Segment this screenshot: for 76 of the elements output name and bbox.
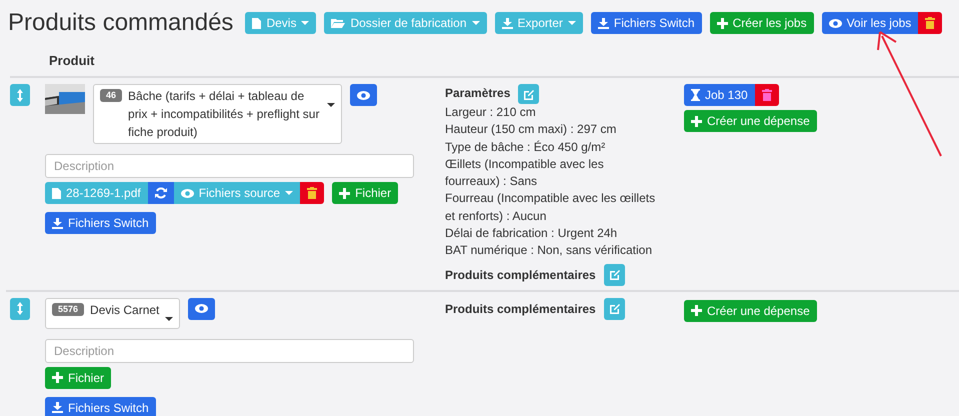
caret-icon — [165, 316, 174, 321]
parameter-text: Largeur : 210 cm — [445, 104, 537, 121]
complementary-heading: Produits complémentaires — [445, 268, 596, 282]
caret-icon — [568, 21, 576, 25]
parameter-text: BAT numérique : Non, sans vérification — [445, 242, 653, 260]
plus-icon — [716, 18, 728, 28]
caret-icon — [301, 21, 310, 25]
edit-button[interactable] — [604, 298, 625, 320]
download-icon — [598, 18, 609, 28]
file-icon — [52, 188, 61, 198]
caret-icon — [472, 21, 480, 25]
edit-button[interactable] — [518, 84, 540, 104]
edit-icon — [608, 269, 620, 280]
parameter-text: Œillets (Incompatible avec les fourreaux) : Sans — [445, 156, 605, 190]
product-select[interactable]: 5576 Devis Carnet — [45, 298, 180, 329]
caret-icon — [327, 103, 335, 107]
move-button[interactable] — [10, 84, 30, 106]
folder-icon — [331, 18, 346, 28]
parameter-text: Délai de fabrication : Urgent 24h — [445, 225, 618, 242]
product-code: 46 — [100, 89, 122, 102]
column-header: Produit — [49, 53, 94, 68]
toolbar-button[interactable]: Créer les jobs — [710, 12, 814, 34]
eye-icon — [357, 90, 370, 100]
file-icon — [252, 18, 262, 28]
eye-icon — [828, 18, 842, 28]
source-files-button[interactable]: Fichiers source — [174, 182, 300, 204]
toolbar-button[interactable]: Voir les jobs — [822, 12, 918, 34]
caret-icon — [285, 191, 294, 195]
add-file-button[interactable]: Fichier — [45, 366, 112, 389]
move-icon — [17, 88, 23, 102]
file-button[interactable]: 28-1269-1.pdf — [45, 182, 148, 204]
page-title: Produits commandés — [8, 10, 234, 36]
switch-files-button[interactable]: Fichiers Switch — [45, 212, 156, 234]
product-code: 5576 — [52, 302, 84, 316]
hourglass-icon — [691, 89, 700, 101]
download-icon — [502, 18, 513, 28]
parameter-text: Hauteur (150 cm maxi) : 297 cm — [445, 121, 618, 138]
refresh-icon — [154, 187, 167, 199]
plus-icon — [52, 372, 63, 384]
product-select[interactable]: 46 Bâche (tarifs + délai + tableau de prix + incompatibilités + preflight sur fiche produit) — [93, 84, 342, 144]
view-button[interactable] — [188, 298, 216, 320]
move-icon — [17, 302, 23, 316]
add-file-button[interactable]: Fichier — [332, 182, 398, 204]
plus-icon — [691, 305, 702, 316]
delete-button[interactable] — [754, 84, 779, 106]
edit-icon — [608, 303, 620, 314]
description-field[interactable]: Description — [45, 154, 414, 178]
trash-icon — [307, 187, 318, 199]
refresh-button[interactable] — [148, 182, 174, 204]
trash-icon — [762, 89, 772, 101]
description-field[interactable]: Description — [45, 338, 414, 363]
delete-button[interactable] — [918, 12, 942, 34]
edit-icon — [523, 88, 534, 100]
dropdown-button[interactable]: Devis — [245, 12, 316, 34]
download-icon — [52, 402, 63, 414]
download-icon — [52, 218, 63, 228]
dropdown-button[interactable]: Dossier de fabrication — [324, 12, 487, 34]
parameter-text: Type de bâche : Éco 450 g/m² — [445, 138, 606, 156]
dropdown-button[interactable]: Exporter — [494, 12, 583, 34]
eye-icon — [180, 188, 194, 198]
eye-icon — [195, 304, 208, 314]
trash-icon — [925, 17, 936, 29]
delete-button[interactable] — [300, 182, 324, 204]
create-expense-button[interactable]: Créer une dépense — [684, 300, 817, 322]
move-button[interactable] — [10, 298, 30, 320]
plus-icon — [691, 116, 702, 126]
plus-icon — [339, 188, 350, 198]
job-button[interactable]: Job 130 — [684, 84, 755, 106]
switch-files-button[interactable]: Fichiers Switch — [45, 396, 156, 416]
edit-button[interactable] — [604, 264, 625, 286]
view-button[interactable] — [350, 84, 377, 106]
create-expense-button[interactable]: Créer une dépense — [684, 110, 817, 132]
parameters-heading: Paramètres — [445, 86, 510, 100]
parameter-text: Fourreau (Incompatible avec les œillets et renforts) : Aucun — [445, 190, 656, 225]
toolbar-button[interactable]: Fichiers Switch — [590, 12, 702, 34]
complementary-heading: Produits complémentaires — [445, 302, 596, 316]
